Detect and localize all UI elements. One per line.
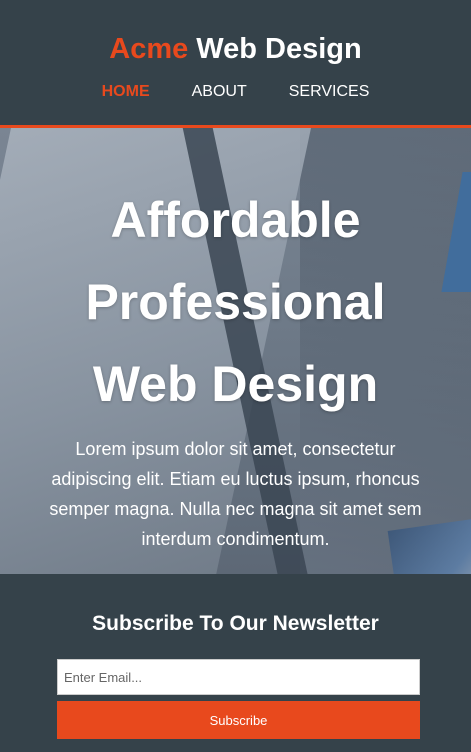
hero-description: Lorem ipsum dolor sit amet, consectetur … <box>49 439 422 549</box>
nav-item-about[interactable]: ABOUT <box>171 82 268 102</box>
hero-title: Affordable Professional Web Design <box>0 179 471 425</box>
nav-item-services[interactable]: SERVICES <box>268 82 391 102</box>
hero-title-line-2: Professional <box>85 274 386 330</box>
nav-item-home[interactable]: HOME <box>81 82 171 102</box>
hero-title-line-3: Web Design <box>92 356 379 412</box>
email-input[interactable] <box>57 659 420 695</box>
brand-accent-text: Acme <box>109 33 189 65</box>
main-nav: HOME ABOUT SERVICES <box>0 82 471 102</box>
site-branding[interactable]: Acme Web Design <box>0 30 471 68</box>
subscribe-button[interactable]: Subscribe <box>57 701 420 739</box>
site-header: Acme Web Design HOME ABOUT SERVICES <box>0 0 471 128</box>
hero-title-line-1: Affordable <box>110 192 361 248</box>
newsletter-section: Subscribe To Our Newsletter Subscribe <box>0 574 471 752</box>
hero-showcase: Affordable Professional Web Design Lorem… <box>0 128 471 574</box>
brand-rest-text: Web Design <box>188 33 362 65</box>
newsletter-heading: Subscribe To Our Newsletter <box>92 612 379 635</box>
